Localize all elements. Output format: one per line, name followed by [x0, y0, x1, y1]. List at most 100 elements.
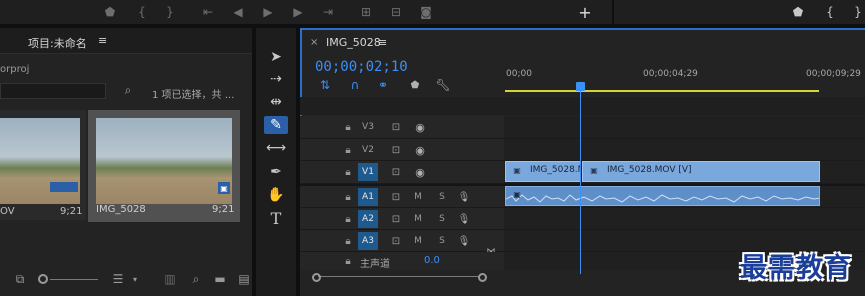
track-header-a1: 🔒︎ A1 ⊡ M S 🎙︎	[300, 184, 504, 208]
find-icon[interactable]: ⌕	[188, 272, 204, 286]
step-back-icon[interactable]: ◀	[228, 0, 248, 24]
lock-icon[interactable]: 🔒︎	[340, 211, 356, 227]
lock-icon[interactable]: 🔒︎	[340, 164, 356, 180]
track-target-a2[interactable]: A2	[358, 210, 378, 228]
microphone-icon[interactable]: 🎙︎	[456, 211, 472, 227]
sequence-menu-icon[interactable]: ≡	[378, 36, 387, 49]
scrollbar-right-handle[interactable]	[478, 273, 487, 282]
track-lane-v3[interactable]	[504, 116, 865, 139]
solo-button[interactable]: S	[432, 210, 452, 228]
clip-label: IMG_5028.M	[530, 165, 586, 175]
track-target-v1[interactable]: V1	[358, 163, 378, 181]
horizontal-scrollbar[interactable]	[318, 276, 478, 284]
ruler-label: 00;00;04;29	[643, 69, 698, 79]
add-button-icon[interactable]: +	[575, 0, 595, 24]
zoom-slider-track[interactable]	[50, 279, 98, 280]
work-area-bar[interactable]	[505, 90, 819, 92]
in-point-icon[interactable]: {	[132, 0, 152, 24]
microphone-icon[interactable]: 🎙︎	[456, 233, 472, 249]
in-point-icon-2[interactable]: {	[820, 0, 840, 24]
selection-tool-icon[interactable]: ➤	[264, 48, 288, 66]
lock-icon[interactable]: 🔒︎	[340, 119, 356, 135]
lock-icon[interactable]: 🔒︎	[340, 233, 356, 249]
type-tool-icon[interactable]: T	[264, 209, 288, 228]
track-lane-a2[interactable]	[504, 208, 865, 230]
play-icon[interactable]: ▶	[258, 0, 278, 24]
out-point-icon[interactable]: }	[160, 0, 180, 24]
track-target-v3[interactable]: V3	[358, 118, 378, 136]
wrench-icon[interactable]: 🔧︎	[434, 78, 452, 92]
new-bin-icon[interactable]: ▬	[212, 272, 228, 286]
camera-icon[interactable]: ◙	[416, 0, 436, 24]
track-header-a2: 🔒︎ A2 ⊡ M S 🎙︎	[300, 208, 504, 230]
lock-icon[interactable]: 🔒︎	[340, 142, 356, 158]
video-clip[interactable]: ▣ IMG_5028.MOV [V]	[582, 161, 820, 182]
sync-lock-icon[interactable]: ⊡	[388, 142, 404, 158]
freeform-view-icon[interactable]: ⧉	[12, 272, 28, 286]
marker-icon-2[interactable]: ⬟	[788, 0, 808, 24]
track-target-v2[interactable]: V2	[358, 141, 378, 159]
sync-lock-icon[interactable]: ⊡	[388, 211, 404, 227]
track-target-a1[interactable]: A1	[358, 188, 378, 206]
sync-lock-icon[interactable]: ⊡	[388, 189, 404, 205]
eye-icon[interactable]: ◉	[412, 164, 428, 180]
chevron-down-icon[interactable]: ▾	[130, 272, 140, 286]
eye-icon[interactable]: ◉	[412, 119, 428, 135]
divider	[612, 0, 614, 24]
project-tab-title[interactable]: 项目:未命名	[28, 35, 87, 51]
zoom-slider-handle[interactable]	[38, 274, 48, 284]
go-to-out-icon[interactable]: ⇥	[318, 0, 338, 24]
track-lane-v2[interactable]	[504, 139, 865, 161]
new-item-icon[interactable]: ▤	[236, 272, 252, 286]
audio-clip[interactable]: ▣	[505, 186, 820, 206]
scrollbar-left-handle[interactable]	[312, 273, 321, 282]
slip-tool-icon[interactable]: ⟷	[264, 139, 288, 157]
clip-type-badge	[50, 182, 78, 192]
playhead-line[interactable]	[580, 90, 581, 274]
lock-icon[interactable]: 🔒︎	[340, 189, 356, 205]
close-icon[interactable]: ×	[310, 37, 318, 48]
pen-tool-icon[interactable]: ✒	[264, 163, 288, 181]
audio-waveform	[506, 194, 819, 203]
mute-button[interactable]: M	[408, 188, 428, 206]
lock-icon[interactable]: 🔒︎	[340, 254, 356, 268]
step-forward-icon[interactable]: ▶	[288, 0, 308, 24]
search-bin-icon[interactable]: ⌕	[120, 82, 136, 98]
lift-icon[interactable]: ⊞	[356, 0, 376, 24]
razor-tool-icon[interactable]: ✎	[264, 116, 288, 134]
sort-icon[interactable]: ☰	[110, 272, 126, 286]
mute-button[interactable]: M	[408, 232, 428, 250]
automate-icon[interactable]: ▥	[162, 272, 178, 286]
marker-icon[interactable]: ⬟	[100, 0, 120, 24]
go-to-in-icon[interactable]: ⇤	[198, 0, 218, 24]
mute-button[interactable]: M	[408, 210, 428, 228]
solo-button[interactable]: S	[432, 232, 452, 250]
ripple-edit-tool-icon[interactable]: ⇹	[264, 93, 288, 111]
video-clip[interactable]: ▣ IMG_5028.M	[505, 161, 585, 182]
clip-duration: 9;21	[212, 204, 235, 215]
snap-icon[interactable]: ∩	[346, 78, 364, 92]
microphone-icon[interactable]: 🎙︎	[456, 189, 472, 205]
sync-lock-icon[interactable]: ⊡	[388, 164, 404, 180]
eye-icon[interactable]: ◉	[412, 142, 428, 158]
project-menu-icon[interactable]: ≡	[98, 34, 107, 47]
track-target-a3[interactable]: A3	[358, 232, 378, 250]
track-header-v1: 🔒︎ V1 ⊡ ◉	[300, 161, 504, 184]
out-point-icon-2[interactable]: }	[848, 0, 865, 24]
sequence-tab-title[interactable]: IMG_5028	[326, 36, 381, 49]
timecode-display[interactable]: 00;00;02;10	[315, 59, 408, 75]
fx-badge-icon: ▣	[590, 165, 598, 175]
sync-lock-icon[interactable]: ⊡	[388, 119, 404, 135]
add-marker-icon[interactable]: ⬟	[406, 78, 424, 92]
nest-icon[interactable]: ⇅	[316, 78, 334, 92]
track-select-tool-icon[interactable]: ⇢	[264, 70, 288, 88]
search-input[interactable]	[0, 83, 106, 99]
extract-icon[interactable]: ⊟	[386, 0, 406, 24]
hand-tool-icon[interactable]: ✋	[264, 186, 288, 204]
linked-selection-icon[interactable]: ⚭	[374, 78, 392, 92]
master-volume-value[interactable]: 0.0	[424, 255, 440, 266]
project-item-card[interactable]: OV 9;21	[0, 110, 86, 220]
solo-button[interactable]: S	[432, 188, 452, 206]
project-item-card-selected[interactable]: ▣ IMG_5028 9;21	[88, 110, 240, 222]
sync-lock-icon[interactable]: ⊡	[388, 233, 404, 249]
